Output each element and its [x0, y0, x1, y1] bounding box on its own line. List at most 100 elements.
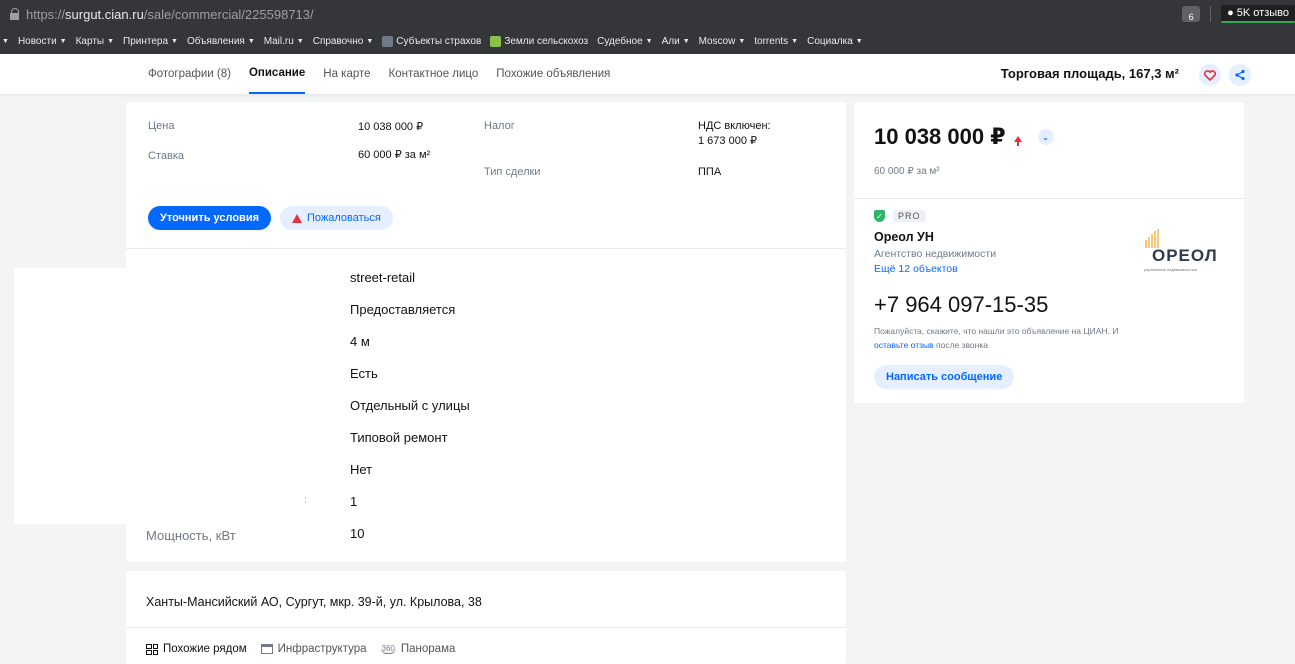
bookmark-favicon-icon [382, 35, 394, 47]
extension-icon[interactable]: 6 [1182, 6, 1201, 22]
caret-down-icon: ▼ [738, 37, 746, 45]
panorama-link[interactable]: 360 Панорама [380, 643, 456, 655]
agent-name[interactable]: Ореол УН [874, 230, 934, 244]
bookmark-item[interactable]: Новости ▼ [18, 36, 67, 47]
price-value: 10 038 000 ₽ [358, 121, 424, 133]
logo-subtitle: управление недвижимостью [1144, 267, 1197, 272]
bookmark-overflow-caret[interactable]: ▼ [2, 38, 9, 45]
bookmark-item[interactable]: Земли сельскохоз [490, 35, 589, 47]
location-card: Ханты-Мансийский АО, Сургут, мкр. 39-й, … [126, 571, 846, 664]
bookmark-item[interactable]: Принтера ▼ [123, 36, 178, 47]
report-button[interactable]: Пожаловаться [280, 206, 393, 230]
caret-down-icon: ▼ [791, 37, 799, 45]
price-up-icon [1013, 136, 1022, 146]
url-path: /sale/commercial/225598713/ [143, 6, 314, 22]
bookmark-label: Новости [17, 35, 57, 47]
attribute-value: Отдельный с улицы [350, 398, 470, 413]
bookmark-item[interactable]: Объявления ▼ [187, 36, 255, 47]
grid-icon [146, 643, 158, 655]
attribute-value: Есть [350, 366, 378, 381]
tab-item[interactable]: Фотографии (8) [148, 54, 231, 94]
browser-address-bar[interactable]: https://surgut.cian.ru/sale/commercial/2… [0, 0, 1295, 28]
bookmark-label: Социалка [807, 35, 853, 47]
bookmark-label: Справочно [312, 35, 364, 47]
bookmark-label: Судебное [597, 35, 643, 47]
favorite-button[interactable] [1199, 64, 1221, 86]
bookmark-label: Карты [75, 35, 105, 47]
chevron-down-icon[interactable]: ⌄ [1037, 129, 1054, 145]
sidebar-price: 10 038 000 ₽ ⌄ [874, 124, 1054, 150]
rate-label: Ставка [148, 150, 184, 162]
rate-value: 60 000 ₽ за м² [358, 149, 431, 161]
caret-down-icon: ▼ [682, 37, 690, 45]
infrastructure-label: Инфраструктура [277, 643, 367, 655]
agency-logo[interactable]: ОРЕОЛ управление недвижимостью [1140, 229, 1232, 280]
deal-label: Тип сделки [484, 166, 541, 178]
redacted-area [14, 268, 314, 524]
section-tabs: Фотографии (8) Описание На карте Контактное… [148, 54, 610, 94]
bookmark-item[interactable]: Социалка ▼ [807, 36, 863, 47]
caret-down-icon: ▼ [107, 37, 115, 45]
verified-shield-icon: ✓ [874, 210, 885, 222]
lock-icon [10, 8, 20, 20]
tab-item[interactable]: На карте [323, 54, 370, 94]
divider [126, 248, 846, 249]
share-icon [1235, 69, 1245, 81]
url-text[interactable]: https://surgut.cian.ru/sale/commercial/2… [26, 7, 314, 22]
leave-review-link[interactable]: оставьте отзыв [874, 340, 934, 350]
divider [854, 198, 1244, 199]
clarify-terms-button[interactable]: Уточнить условия [148, 206, 271, 230]
tax-value-line1: НДС включен: [698, 120, 771, 132]
sidebar-price-per-m: 60 000 ₽ за м² [874, 166, 940, 177]
bookmark-label: Принтера [123, 35, 169, 47]
bookmark-item[interactable]: Mail.ru ▼ [264, 36, 304, 47]
url-host: surgut.cian.ru [65, 6, 144, 22]
write-message-button[interactable]: Написать сообщение [874, 365, 1015, 389]
warning-icon [292, 213, 302, 223]
share-button[interactable] [1229, 64, 1251, 86]
panorama-label: Панорама [400, 643, 456, 655]
attribute-value: street-retail [350, 270, 416, 285]
heart-icon [1204, 69, 1216, 81]
caret-down-icon: ▼ [171, 37, 178, 45]
pro-badge: PRO [893, 210, 926, 222]
agent-type: Агентство недвижимости [874, 248, 997, 260]
listing-title: Торговая площадь, 167,3 м² [1000, 66, 1179, 81]
power-label: Мощность, кВт [146, 528, 236, 543]
page-nav: Фотографии (8) Описание На карте Контактное… [0, 54, 1295, 94]
bookmark-label: Объявления [186, 35, 245, 47]
bookmark-item[interactable]: Moscow ▼ [699, 36, 746, 47]
divider [126, 627, 846, 628]
sidebar-price-value: 10 038 000 ₽ [874, 124, 1006, 149]
tab-item[interactable]: Похожие объявления [496, 54, 610, 94]
bookmark-item[interactable]: Карты ▼ [76, 36, 114, 47]
reviews-button[interactable]: ● 5K отзыво [1221, 5, 1295, 23]
attribute-value: 10 [350, 526, 365, 541]
agent-more-listings-link[interactable]: Ещё 12 объектов [874, 263, 958, 275]
bookmark-label: Moscow [698, 35, 736, 47]
bookmark-item[interactable]: Судебное ▼ [597, 36, 652, 47]
logo-text: ОРЕОЛ [1152, 246, 1218, 265]
reviews-label: 5K отзыво [1236, 7, 1289, 19]
call-note-text: Пожалуйста, скажите, что нашли это объяв… [874, 326, 1119, 336]
address: Ханты-Мансийский АО, Сургут, мкр. 39-й, … [146, 595, 482, 609]
infrastructure-link[interactable]: Инфраструктура [260, 643, 367, 655]
report-label: Пожаловаться [307, 212, 381, 224]
tab-item[interactable]: Контактное лицо [389, 54, 479, 94]
bookmark-item[interactable]: Субъекты страхов [382, 35, 481, 47]
bookmark-item[interactable]: Справочно ▼ [313, 36, 374, 47]
phone-number[interactable]: +7 964 097-15-35 [874, 292, 1048, 318]
caret-down-icon: ▼ [59, 37, 67, 45]
bookmark-label: Земли сельскохоз [504, 35, 589, 47]
similar-nearby-link[interactable]: Похожие рядом [146, 643, 247, 655]
tax-label: Налог [484, 120, 515, 132]
bookmark-label: Али [661, 35, 680, 47]
deal-value: ППА [698, 166, 722, 178]
attribute-value: 1 [350, 494, 358, 509]
bookmark-item[interactable]: torrents ▼ [754, 36, 798, 47]
contact-card: 10 038 000 ₽ ⌄ 60 000 ₽ за м² ✓ PRO Орео… [854, 102, 1244, 403]
redacted-colon: : [304, 494, 308, 506]
bookmark-favicon-icon [490, 35, 502, 47]
tab-item[interactable]: Описание [248, 54, 306, 94]
bookmark-item[interactable]: Али ▼ [662, 36, 690, 47]
